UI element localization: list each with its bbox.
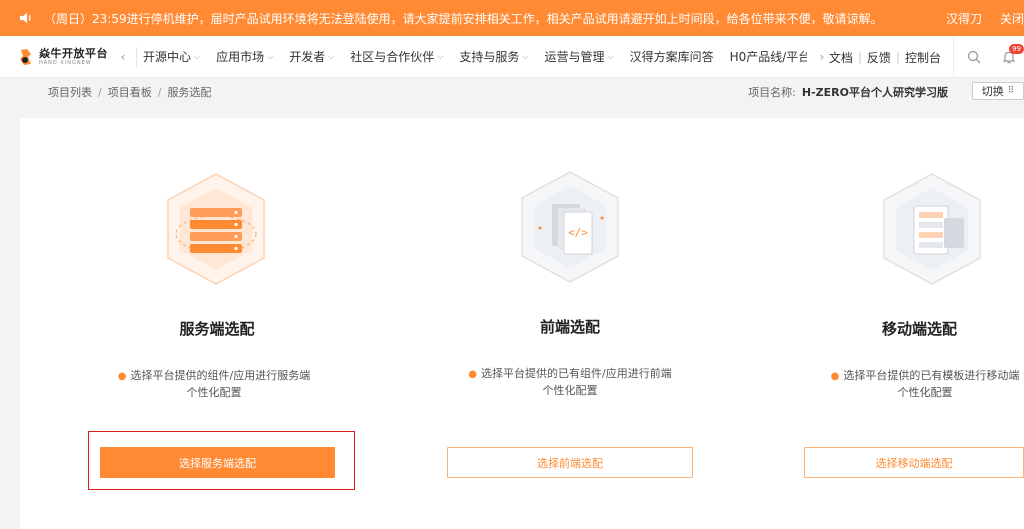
breadcrumb-row: 项目列表 / 项目看板 / 服务选配 项目名称: H-ZERO平台个人研究学习版 … [0,78,1024,106]
project-label: 项目名称: [748,86,796,99]
nav-menu: 开源中心 ⌵ 应用市场 ⌵ 开发者 ⌵ 社区与合作伙伴 ⌵ 支持与服务 ⌵ 运营与管理 ⌵ … [143,48,850,65]
button-label: 选择移动端选配 [875,456,953,470]
maintenance-notice-bar: （周日）23:59进行停机维护，届时产品试用环境将无法登陆使用，请大家提前安排相… [0,0,1024,36]
card-title: 前端选配 [539,318,600,336]
frontend-config-card: </> 前端选配 ● 选择平台提供的已有组件/应用进行前端 个性化配置 选择前端选… [390,118,693,529]
nav-prev-arrow[interactable]: ‹ [116,50,130,64]
chevron-down-icon: ⌵ [522,51,529,61]
card-title: 服务端选配 [179,320,255,338]
switch-project-button[interactable]: 切换 ⠿ [972,82,1024,100]
bullet-dot: ● [468,369,477,380]
card-description: ● 选择平台提供的组件/应用进行服务端 个性化配置 [80,368,348,401]
search-button[interactable] [954,36,994,77]
feedback-link[interactable]: 反馈 [867,49,891,66]
code-files-icon: </> [521,171,619,283]
notice-link-hand[interactable]: 汉得刀 [946,10,982,27]
switch-label: 切换 [981,85,1004,98]
divider [136,46,137,67]
server-config-card: 服务端选配 ● 选择平台提供的组件/应用进行服务端 个性化配置 选择服务端选配 [20,118,355,529]
select-mobile-config-button[interactable]: 选择移动端选配 [804,447,1024,478]
select-frontend-config-button[interactable]: 选择前端选配 [447,447,693,478]
card-desc-line: 选择平台提供的已有模板进行移动端 [843,369,1020,382]
project-info: 项目名称: H-ZERO平台个人研究学习版 [748,84,948,100]
breadcrumb: 项目列表 / 项目看板 / 服务选配 [48,84,211,100]
notification-button[interactable]: 99 [994,36,1024,77]
nav-item-label: 支持与服务 [459,50,520,64]
server-stack-icon [167,173,265,285]
nav-item-app-market[interactable]: 应用市场 ⌵ [216,48,273,65]
nav-item-label: 社区与合作伙伴 [350,50,435,64]
project-name: H-ZERO平台个人研究学习版 [801,86,948,99]
platform-logo[interactable]: 焱牛开放平台 HAND XINGNEW [18,48,114,66]
divider: | [857,50,862,64]
chevron-down-icon: ⌵ [328,51,335,61]
nav-item-support[interactable]: 支持与服务 ⌵ [459,48,528,65]
card-desc-line: 选择平台提供的组件/应用进行服务端 [130,369,311,382]
logo-subtext: HAND XINGNEW [39,59,92,66]
highlight-box [88,431,355,490]
card-desc-line: 选择平台提供的已有组件/应用进行前端 [481,367,672,380]
nav-item-operations[interactable]: 运营与管理 ⌵ [544,48,613,65]
console-link[interactable]: 控制台 [905,49,941,66]
nav-item-label: 汉得方案库问答 [629,50,714,64]
card-desc-line: 个性化配置 [186,386,242,399]
nav-next-arrow[interactable]: › [815,50,829,64]
search-icon [967,50,981,64]
grid-icon: ⠿ [1007,86,1015,96]
top-nav: 焱牛开放平台 HAND XINGNEW ‹ 开源中心 ⌵ 应用市场 ⌵ 开发者 ⌵ 社… [0,36,1024,78]
mobile-config-card: 移动端选配 ● 选择平台提供的已有模板进行移动端 个性化配置 选择移动端选配 [760,118,1024,529]
button-label: 选择前端选配 [537,456,603,470]
notice-message: （周日）23:59进行停机维护，届时产品试用环境将无法登陆使用，请大家提前安排相… [44,11,883,26]
bullet-dot: ● [117,371,127,382]
card-description: ● 选择平台提供的已有组件/应用进行前端 个性化配置 [430,366,710,399]
card-title: 移动端选配 [882,320,958,338]
selection-panel: 服务端选配 ● 选择平台提供的组件/应用进行服务端 个性化配置 选择服务端选配 <… [20,118,1024,529]
bullet-dot: ● [830,371,840,382]
breadcrumb-project-board[interactable]: 项目看板 [108,84,152,100]
card-desc-line: 个性化配置 [897,386,953,399]
breadcrumb-separator: / [157,85,162,99]
breadcrumb-separator: / [98,85,102,99]
card-description: ● 选择平台提供的已有模板进行移动端 个性化配置 [820,368,1024,401]
speaker-icon [20,13,31,23]
chevron-down-icon: ⌵ [194,51,201,61]
divider: | [895,50,900,64]
logo-icon [20,48,31,65]
nav-item-solutions-qa[interactable]: 汉得方案库问答 [630,48,714,65]
mobile-stack-icon [883,173,981,285]
nav-item-open-source[interactable]: 开源中心 ⌵ [143,48,200,65]
chevron-down-icon: ⌵ [437,51,444,61]
chevron-down-icon: ⌵ [607,51,614,61]
breadcrumb-project-list[interactable]: 项目列表 [48,84,92,100]
logo-text: 焱牛开放平台 [39,46,108,60]
nav-item-label: 开发者 [289,50,326,64]
notification-badge: 99 [1009,44,1024,54]
card-desc-line: 个性化配置 [542,384,598,397]
breadcrumb-current: 服务选配 [167,86,212,99]
svg-text:</>: </> [568,226,588,239]
nav-item-label: 应用市场 [216,50,265,64]
chevron-down-icon: ⌵ [267,51,274,61]
nav-item-developer[interactable]: 开发者 ⌵ [289,48,334,65]
notice-close-link[interactable]: 关闭 [1000,10,1024,27]
nav-item-label: 运营与管理 [544,50,605,64]
nav-item-label: 开源中心 [143,50,192,64]
nav-item-community[interactable]: 社区与合作伙伴 ⌵ [350,48,443,65]
docs-link[interactable]: 文档 [829,49,853,66]
